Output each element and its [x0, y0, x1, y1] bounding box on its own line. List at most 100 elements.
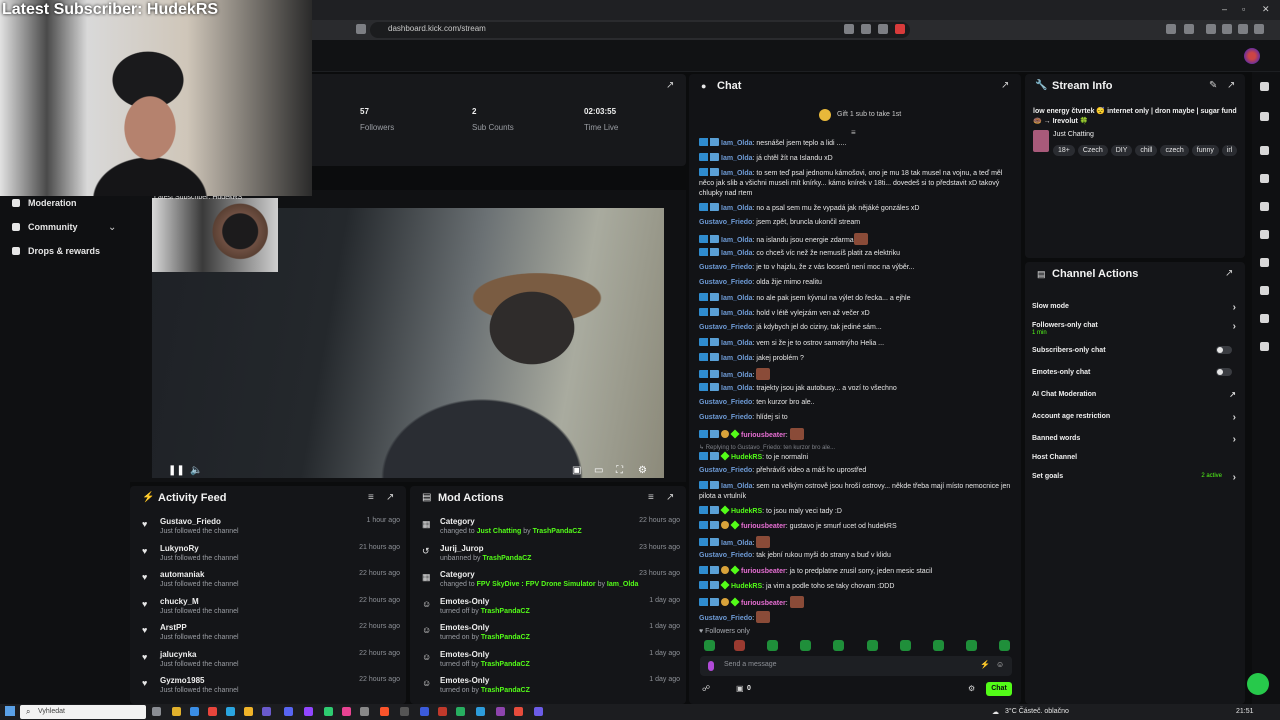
- filter-icon[interactable]: ≡: [648, 492, 654, 503]
- chat-username[interactable]: Iam_Olda: [721, 205, 753, 212]
- extension-icon[interactable]: [1184, 24, 1194, 34]
- translate-icon[interactable]: [844, 24, 854, 34]
- channel-action-subscribers-only-chat[interactable]: Subscribers-only chat: [1032, 346, 1240, 354]
- app-icon[interactable]: [496, 707, 505, 716]
- tag-chip[interactable]: chill: [1135, 145, 1158, 156]
- chat-username[interactable]: Iam_Olda: [721, 340, 753, 347]
- app-icon[interactable]: [262, 707, 271, 716]
- list-item[interactable]: ▦ Category changed to Just Chatting by Tra…: [416, 517, 680, 543]
- channel-action-slow-mode[interactable]: Slow mode ›: [1032, 302, 1240, 313]
- chat-username[interactable]: Iam_Olda: [721, 385, 753, 392]
- gift-sub-prompt[interactable]: Gift 1 sub to take 1st: [837, 111, 901, 118]
- chat-input[interactable]: Send a message ⚡ ☺: [700, 656, 1012, 676]
- app-icon[interactable]: [244, 707, 253, 716]
- bookmark-icon[interactable]: [356, 24, 366, 34]
- channel-action-ai-chat-moderation[interactable]: AI Chat Moderation ↗: [1032, 390, 1240, 399]
- maximize-icon[interactable]: ▫: [1242, 4, 1245, 14]
- chat-username[interactable]: Gustavo_Friedo: [699, 324, 752, 331]
- popout-icon[interactable]: ↗: [666, 80, 674, 91]
- edge-icon[interactable]: [476, 707, 485, 716]
- chat-username[interactable]: Gustavo_Friedo: [699, 615, 752, 622]
- clock[interactable]: 21:51: [1236, 708, 1254, 715]
- channel-action-host-channel[interactable]: Host Channel: [1032, 454, 1240, 461]
- mod-tools-icon[interactable]: ☍: [702, 684, 710, 693]
- chat-username[interactable]: Gustavo_Friedo: [699, 399, 752, 406]
- edit-icon[interactable]: [1260, 112, 1269, 121]
- chevron-right-icon[interactable]: ›: [1233, 321, 1236, 332]
- chat-username[interactable]: Iam_Olda: [721, 250, 753, 257]
- chat-username[interactable]: furiousbeater: [741, 568, 786, 575]
- chat-username[interactable]: Iam_Olda: [721, 155, 753, 162]
- emote-icon[interactable]: [999, 640, 1010, 651]
- app-icon[interactable]: [304, 707, 313, 716]
- list-item[interactable]: ♥ LukynoRy Just followed the channel 21 hou…: [136, 544, 400, 570]
- chat-bubble-icon[interactable]: [1260, 230, 1269, 239]
- info-icon[interactable]: [1260, 82, 1269, 91]
- list-item[interactable]: ♥ Gustavo_Friedo Just followed the channel…: [136, 517, 400, 543]
- chrome-icon[interactable]: [208, 707, 217, 716]
- chat-username[interactable]: Iam_Olda: [721, 295, 753, 302]
- popout-icon[interactable]: ↗: [1001, 80, 1009, 91]
- emote-icon[interactable]: [800, 640, 811, 651]
- tag-chip[interactable]: DIY: [1110, 145, 1133, 156]
- list-item[interactable]: ↺ Jurij_Jurop unbanned by TrashPandaCZ 23 h…: [416, 544, 680, 570]
- popout-icon[interactable]: ↗: [666, 492, 674, 503]
- app-icon[interactable]: [360, 707, 369, 716]
- fullscreen-icon[interactable]: ⛶: [616, 465, 623, 476]
- moderator-name[interactable]: TrashPandaCZ: [481, 687, 530, 694]
- extension-icon[interactable]: [1166, 24, 1176, 34]
- tag-chip[interactable]: Czech: [1077, 145, 1108, 156]
- moderator-name[interactable]: TrashPandaCZ: [481, 661, 530, 668]
- chat-username[interactable]: Iam_Olda: [721, 140, 753, 147]
- chat-username[interactable]: Iam_Olda: [721, 237, 753, 244]
- broadcast-icon[interactable]: [1260, 258, 1269, 267]
- chat-username[interactable]: HudekRS: [731, 508, 762, 515]
- emoji-icon[interactable]: ☺: [996, 660, 1004, 669]
- emote-icon[interactable]: [900, 640, 911, 651]
- list-icon[interactable]: [1260, 202, 1269, 211]
- telegram-icon[interactable]: [226, 707, 235, 716]
- chat-settings-icon[interactable]: ⚙: [968, 684, 975, 693]
- emote-icon[interactable]: [867, 640, 878, 651]
- app-icon[interactable]: [514, 707, 523, 716]
- pinned-icon[interactable]: ≡: [851, 128, 856, 137]
- emote-icon[interactable]: [734, 640, 745, 651]
- list-item[interactable]: ♥ chucky_M Just followed the channel 22 hou…: [136, 597, 400, 623]
- emote-icon[interactable]: [933, 640, 944, 651]
- minimize-icon[interactable]: –: [1222, 4, 1227, 14]
- chat-username[interactable]: Gustavo_Friedo: [699, 467, 752, 474]
- chevron-right-icon[interactable]: ›: [1233, 434, 1236, 445]
- grid-icon[interactable]: [1260, 342, 1269, 351]
- chat-username[interactable]: Iam_Olda: [721, 483, 753, 490]
- moderator-name[interactable]: TrashPandaCZ: [533, 528, 582, 535]
- tag-chip[interactable]: funny: [1191, 145, 1219, 156]
- channel-action-account-age-restriction[interactable]: Account age restriction ›: [1032, 412, 1240, 423]
- chat-username[interactable]: HudekRS: [731, 583, 762, 590]
- emote-icon[interactable]: [767, 640, 778, 651]
- sidebar-toggle-icon[interactable]: [1206, 24, 1216, 34]
- moderator-name[interactable]: TrashPandaCZ: [482, 555, 531, 562]
- app-icon[interactable]: [438, 707, 447, 716]
- tag-chip[interactable]: irl: [1221, 145, 1238, 156]
- chat-identity-icon[interactable]: [708, 661, 714, 671]
- brave-icon[interactable]: [380, 707, 389, 716]
- chat-username[interactable]: Iam_Olda: [721, 372, 753, 379]
- list-item[interactable]: ♥ jalucynka Just followed the channel 22 ho…: [136, 650, 400, 676]
- channel-action-emotes-only-chat[interactable]: Emotes-only chat: [1032, 368, 1240, 376]
- edit-icon[interactable]: ✎: [1209, 80, 1217, 91]
- chat-username[interactable]: Gustavo_Friedo: [699, 264, 752, 271]
- share-icon[interactable]: [861, 24, 871, 34]
- taskbar-search-input[interactable]: ⌕ Vyhledat: [20, 705, 146, 719]
- send-chat-button[interactable]: Chat: [986, 682, 1012, 696]
- list-item[interactable]: ♥ automaniak Just followed the channel 22 h…: [136, 570, 400, 596]
- emote-icon[interactable]: [833, 640, 844, 651]
- chat-username[interactable]: Iam_Olda: [721, 540, 753, 547]
- moderator-name[interactable]: TrashPandaCZ: [481, 608, 530, 615]
- downloads-icon[interactable]: [1222, 24, 1232, 34]
- popout-icon[interactable]: ↗: [1227, 80, 1235, 91]
- popout-icon[interactable]: ↗: [386, 492, 394, 503]
- pause-icon[interactable]: ❚❚: [168, 465, 185, 476]
- list-item[interactable]: ☺ Emotes-Only turned on by TrashPandaCZ 1 d…: [416, 676, 680, 702]
- app-icon[interactable]: [342, 707, 351, 716]
- list-item[interactable]: ♥ ArstPP Just followed the channel 22 hours…: [136, 623, 400, 649]
